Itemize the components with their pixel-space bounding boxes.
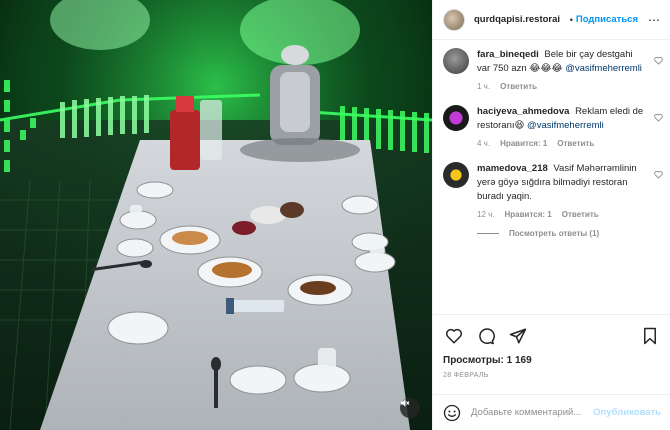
comment-button[interactable] (475, 325, 497, 347)
comment-text: fara_bineqedi Bele bir çay destgahi var … (477, 48, 665, 76)
separator-dot: • (569, 14, 573, 25)
comment-text: mamedova_218 Vasif Məhərrəmlinin yerə gö… (477, 162, 665, 204)
commenter-avatar[interactable] (443, 48, 469, 74)
paper-plane-icon (509, 328, 527, 344)
emoji-smiley-icon[interactable] (443, 404, 461, 422)
more-horizontal-icon[interactable]: ⋯ (648, 13, 660, 27)
comment-meta: 1 ч. Ответить (477, 82, 665, 91)
follow-button[interactable]: Подписаться (576, 14, 638, 25)
bookmark-icon (644, 327, 656, 345)
reply-button[interactable]: Ответить (500, 82, 537, 91)
views-count[interactable]: Просмотры: 1 169 (443, 355, 661, 366)
like-button[interactable] (443, 325, 465, 347)
comment-text: haciyeva_ahmedova Reklam eledi de restor… (477, 105, 665, 133)
post-date[interactable]: 28 ФЕВРАЛЬ (443, 372, 661, 379)
comment-bubble-icon (479, 328, 495, 345)
comments-list: fara_bineqedi Bele bir çay destgahi var … (443, 48, 665, 314)
share-button[interactable] (507, 325, 529, 347)
comment-time[interactable]: 12 ч. (477, 210, 495, 219)
view-replies-label: Посмотреть ответы (1) (509, 229, 600, 238)
comment-likes[interactable]: Нравится: 1 (505, 210, 552, 219)
comment-item: fara_bineqedi Bele bir çay destgahi var … (443, 48, 665, 91)
like-heart-icon[interactable] (654, 113, 663, 122)
comment-username[interactable]: haciyeva_ahmedova (477, 106, 569, 117)
view-replies-button[interactable]: Посмотреть ответы (1) (443, 229, 665, 238)
publish-button[interactable]: Опубликовать (593, 407, 661, 418)
comment-meta: 12 ч. Нравится: 1 Ответить (477, 210, 665, 219)
comment-input[interactable] (471, 407, 591, 418)
post-video[interactable] (0, 0, 432, 430)
comment-username[interactable]: fara_bineqedi (477, 49, 539, 60)
commenter-avatar[interactable] (443, 162, 469, 188)
post-header: qurdqapisi.restorai • Подписаться ⋯ (433, 0, 670, 40)
like-heart-icon[interactable] (654, 56, 663, 65)
reply-button[interactable]: Ответить (557, 139, 594, 148)
comment-item: haciyeva_ahmedova Reklam eledi de restor… (443, 105, 665, 148)
comment-likes[interactable]: Нравится: 1 (500, 139, 547, 148)
action-icons (443, 325, 661, 347)
comment-composer: Опубликовать (433, 394, 670, 430)
like-heart-icon[interactable] (654, 170, 663, 179)
reply-button[interactable]: Ответить (562, 210, 599, 219)
mute-button[interactable] (400, 398, 420, 418)
comment-time[interactable]: 1 ч. (477, 82, 490, 91)
comment-meta: 4 ч. Нравится: 1 Ответить (477, 139, 665, 148)
comment-username[interactable]: mamedova_218 (477, 163, 548, 174)
speaker-muted-icon (401, 399, 410, 407)
comment-item: mamedova_218 Vasif Məhərrəmlinin yerə gö… (443, 162, 665, 219)
heart-icon (445, 328, 463, 344)
video-frame (0, 0, 432, 430)
comment-mention[interactable]: @vasifmeherremli (527, 120, 604, 131)
comment-mention[interactable]: @vasifmeherremli (565, 63, 642, 74)
save-button[interactable] (639, 325, 661, 347)
author-username[interactable]: qurdqapisi.restorai (474, 14, 567, 25)
author-avatar[interactable] (443, 8, 465, 31)
comment-time[interactable]: 4 ч. (477, 139, 490, 148)
post-panel: qurdqapisi.restorai • Подписаться ⋯ fara… (432, 0, 670, 430)
commenter-avatar[interactable] (443, 105, 469, 131)
replies-divider (477, 233, 499, 235)
post-actions: Просмотры: 1 169 28 ФЕВРАЛЬ (433, 314, 670, 379)
